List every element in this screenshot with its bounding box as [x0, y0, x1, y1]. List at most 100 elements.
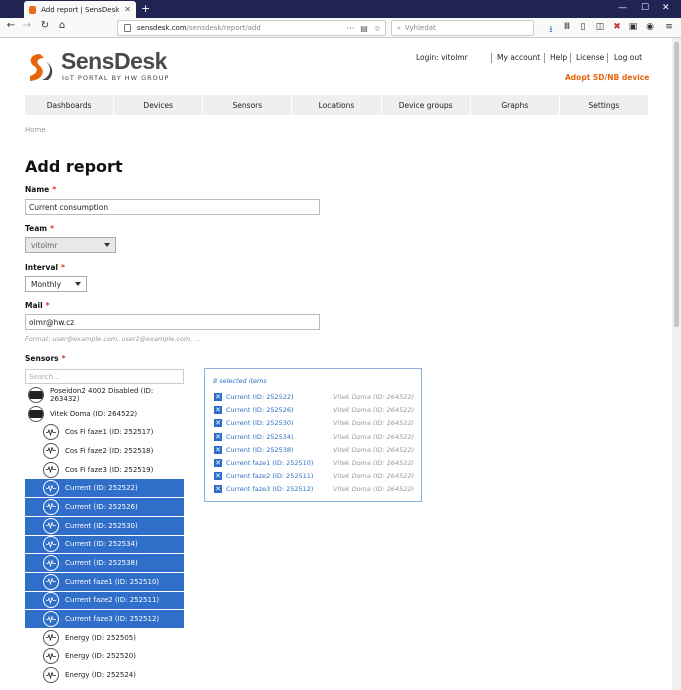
remove-icon[interactable]: ✕ [214, 393, 222, 401]
menu-device-groups[interactable]: Device groups [382, 95, 471, 115]
screenshot-icon[interactable]: ▣ [627, 22, 639, 32]
sensor-wave-icon [43, 536, 59, 553]
extension-icon[interactable]: ✖ [611, 22, 623, 32]
menu-devices[interactable]: Devices [114, 95, 204, 115]
tree-item-label: Cos Fi faze3 (ID: 252519) [65, 465, 154, 474]
address-bar[interactable]: sensdesk.com/sensdesk/report/add ··· ▤ ☆ [117, 20, 386, 36]
breadcrumb-home[interactable]: Home [25, 126, 46, 134]
remove-icon[interactable]: ✕ [214, 459, 222, 467]
account-icon[interactable]: ◉ [644, 22, 656, 32]
remove-icon[interactable]: ✕ [214, 485, 222, 494]
sensor-tree-item[interactable]: Cos Fi faze1 (ID: 252517) [25, 423, 184, 443]
remove-icon[interactable]: ✕ [214, 432, 222, 441]
logout-link[interactable]: Log out [614, 53, 642, 62]
minimize-icon[interactable]: — [618, 3, 627, 13]
tree-item-label: Current faze3 (ID: 252512) [65, 615, 160, 624]
menu-dashboards[interactable]: Dashboards [25, 95, 115, 115]
menu-sensors[interactable]: Sensors [203, 95, 293, 115]
sensor-tree-item[interactable]: Energy (ID: 252505) [25, 629, 184, 648]
tree-item-label: Current faze1 (ID: 252510) [65, 577, 160, 586]
sidebar-icon[interactable]: ▯ [577, 22, 589, 32]
sensor-tree-item[interactable]: Current (ID: 252526) [25, 498, 184, 517]
new-tab-icon[interactable]: + [141, 2, 150, 15]
forward-icon[interactable]: → [20, 20, 34, 31]
close-tab-icon[interactable]: ✕ [124, 5, 131, 14]
sensor-search-input[interactable]: Search... [25, 369, 184, 384]
remove-icon[interactable]: ✕ [214, 445, 222, 454]
sensor-tree-item[interactable]: Energy (ID: 252520) [25, 648, 184, 667]
sensor-tree-item[interactable]: Current faze1 (ID: 252510) [25, 572, 184, 592]
mail-format-hint: Format: user@example.com, user2@example.… [25, 335, 201, 343]
selected-sensor-item[interactable]: ✕ Current (ID: 252534) Vitek Doma (ID: 264… [214, 431, 414, 443]
adopt-device-link[interactable]: Adopt SD/NB device [565, 73, 649, 82]
tree-item-label: Current (ID: 252530) [65, 521, 138, 530]
sensor-wave-icon [43, 480, 59, 497]
sensor-wave-icon [43, 667, 59, 684]
sensor-tree-item[interactable]: Energy (ID: 252524) [25, 666, 184, 685]
bookmark-star-icon[interactable]: ☆ [374, 24, 381, 33]
home-icon[interactable]: ⌂ [55, 20, 69, 31]
selected-sensor-item[interactable]: ✕ Current faze2 (ID: 252511) Vitek Doma (I… [214, 470, 414, 482]
device-icon [28, 386, 44, 403]
sensor-tree-item[interactable]: Cos Fi faze3 (ID: 252519) [25, 461, 184, 480]
tree-item-label: Vitek Doma (ID: 264522) [50, 409, 138, 418]
reload-icon[interactable]: ↻ [38, 20, 52, 31]
selected-sensor-item[interactable]: ✕ Current faze1 (ID: 252510) Vitek Doma (I… [214, 457, 414, 469]
search-placeholder: Vyhledat [404, 24, 436, 32]
selected-sensor-device: Vitek Doma (ID: 264522) [332, 393, 414, 401]
sensor-tree-item[interactable]: Current (ID: 252530) [25, 516, 184, 536]
back-icon[interactable]: ← [4, 20, 18, 31]
selected-sensor-item[interactable]: ✕ Current (ID: 252522) Vitek Doma (ID: 264… [214, 391, 414, 403]
interval-select[interactable]: Monthly [25, 276, 87, 292]
scrollbar-thumb[interactable] [674, 42, 679, 327]
sensor-wave-icon [43, 592, 59, 609]
selected-sensor-item[interactable]: ✕ Current (ID: 252526) Vitek Doma (ID: 264… [214, 404, 414, 416]
my-account-link[interactable]: My account [497, 53, 540, 62]
selected-sensor-device: Vitek Doma (ID: 264522) [332, 485, 414, 494]
download-icon[interactable]: ⭳ [545, 22, 557, 38]
remove-icon[interactable]: ✕ [214, 406, 222, 415]
help-link[interactable]: Help [550, 53, 567, 62]
sensor-tree-item[interactable]: Current (ID: 252538) [25, 554, 184, 573]
close-window-icon[interactable]: ✕ [662, 3, 670, 13]
browser-tab[interactable]: Add report | SensDesk ✕ [24, 1, 136, 18]
remove-icon[interactable]: ✕ [214, 419, 222, 428]
menu-locations[interactable]: Locations [292, 95, 382, 115]
maximize-icon[interactable]: ☐ [641, 3, 649, 13]
selected-count: 8 selected items [213, 377, 267, 385]
browser-search-input[interactable]: ⌕ Vyhledat [391, 20, 534, 36]
selected-sensors-panel: 8 selected items ✕ Current (ID: 252522) Vi… [204, 368, 422, 502]
team-select[interactable]: vitolmr [25, 237, 116, 253]
sensdesk-logo-icon[interactable] [26, 52, 54, 82]
sensor-tree-item[interactable]: Current faze3 (ID: 252512) [25, 610, 184, 629]
device-tree-item[interactable]: Vitek Doma (ID: 264522) [25, 405, 184, 424]
team-select-value: vitolmr [31, 240, 58, 250]
selected-sensor-item[interactable]: ✕ Current faze3 (ID: 252512) Vitek Doma (I… [214, 483, 414, 495]
mail-input[interactable]: olmr@hw.cz [25, 314, 320, 330]
divider [491, 53, 492, 63]
lock-icon [124, 24, 131, 32]
license-link[interactable]: License [576, 53, 604, 62]
sensor-tree-item[interactable]: Current (ID: 252534) [25, 535, 184, 555]
logo-title[interactable]: SensDesk [61, 48, 167, 75]
remove-icon[interactable]: ✕ [214, 472, 222, 481]
sensor-wave-icon [43, 555, 59, 572]
selected-sensor-name: Current (ID: 252530) [226, 419, 294, 428]
name-input[interactable]: Current consumption [25, 199, 320, 215]
hamburger-menu-icon[interactable]: ≡ [663, 22, 675, 32]
container-icon[interactable]: ◫ [594, 22, 606, 32]
page-title: Add report [25, 157, 123, 176]
team-label: Team * [25, 224, 55, 233]
menu-settings[interactable]: Settings [560, 95, 648, 115]
device-tree-item[interactable]: Poseidon2 4002 Disabled (ID: 263432) [25, 386, 184, 405]
reader-icon[interactable]: ▤ [360, 24, 368, 33]
page-actions-icon[interactable]: ··· [347, 24, 355, 33]
menu-graphs[interactable]: Graphs [471, 95, 560, 115]
library-icon[interactable]: Ⅲ [561, 22, 573, 32]
sensor-tree-item[interactable]: Current (ID: 252522) [25, 479, 184, 499]
sensor-tree-item[interactable]: Current faze2 (ID: 252511) [25, 591, 184, 611]
selected-sensor-item[interactable]: ✕ Current (ID: 252538) Vitek Doma (ID: 264… [214, 444, 414, 456]
tree-item-label: Energy (ID: 252524) [65, 671, 136, 680]
selected-sensor-item[interactable]: ✕ Current (ID: 252530) Vitek Doma (ID: 264… [214, 417, 414, 429]
sensor-tree-item[interactable]: Cos Fi faze2 (ID: 252518) [25, 442, 184, 461]
